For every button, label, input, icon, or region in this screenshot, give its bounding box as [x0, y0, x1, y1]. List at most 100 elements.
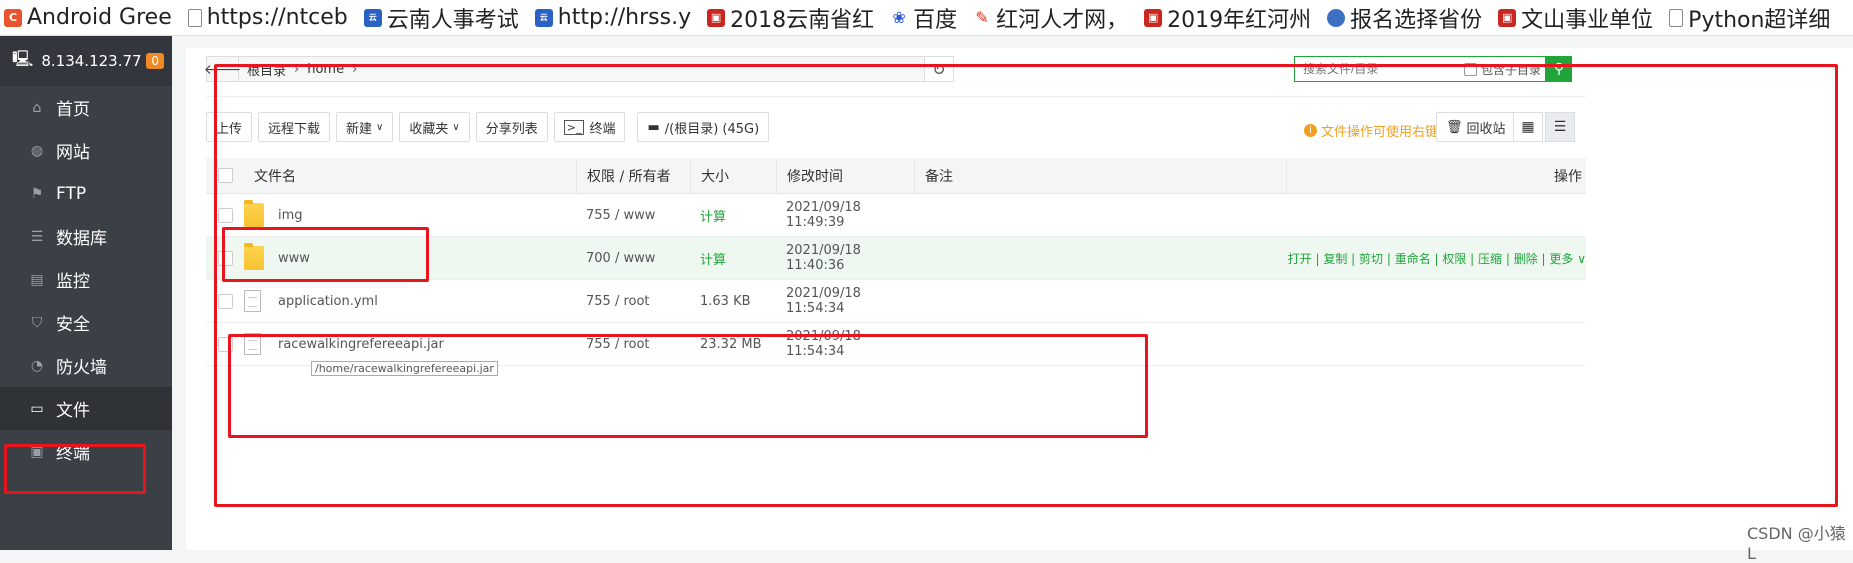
bookmark-item[interactable]: 云 http://hrss.y — [534, 5, 691, 30]
baidu-paw-icon: ❀ — [890, 8, 909, 27]
favorites-dropdown[interactable]: 收藏夹 ∨ — [399, 112, 470, 142]
row-checkbox[interactable] — [217, 207, 233, 223]
search-input[interactable] — [1303, 62, 1458, 76]
grid-icon: ▦ — [1521, 119, 1535, 135]
list-view-button[interactable]: ☰ — [1545, 112, 1575, 142]
include-subdir-checkbox[interactable] — [1464, 62, 1477, 76]
search-icon: ⚲ — [1553, 61, 1565, 77]
database-icon: ☰ — [30, 228, 44, 245]
server-ip: 8.134.123.77 — [41, 52, 142, 70]
folder-icon — [244, 243, 264, 270]
file-note — [914, 237, 1286, 279]
select-all-checkbox[interactable] — [217, 168, 233, 183]
refresh-button[interactable]: ↻ — [924, 56, 954, 82]
sidebar-item-website[interactable]: ◍ 网站 — [0, 129, 172, 172]
search-button[interactable]: ⚲ — [1546, 56, 1572, 82]
notification-badge[interactable]: 0 — [146, 53, 164, 69]
header-time[interactable]: 修改时间 — [776, 158, 914, 193]
bookmark-item[interactable]: 报名选择省份 — [1327, 2, 1482, 34]
bookmark-item[interactable]: ✎ 红河人才网， — [973, 2, 1128, 34]
bookmark-item[interactable]: ▣ 文山事业单位 — [1498, 2, 1653, 34]
sidebar-item-files[interactable]: ▭ 文件 — [0, 387, 172, 430]
red-icon: ▣ — [707, 8, 726, 27]
shield-icon: ⛉ — [31, 314, 43, 331]
file-perm[interactable]: 755 / www — [576, 208, 690, 223]
breadcrumb-home[interactable]: home — [299, 62, 352, 77]
terminal-icon: >_ — [563, 119, 585, 135]
file-perm[interactable]: 700 / www — [576, 251, 690, 266]
red-icon: ▣ — [1144, 8, 1163, 27]
grid-view-button[interactable]: ▦ — [1513, 112, 1543, 142]
file-time: 2021/09/18 11:40:36 — [786, 243, 861, 273]
sidebar-item-home[interactable]: ⌂ 首页 — [0, 86, 172, 129]
table-row[interactable]: racewalkingrefereeapi.jar 755 / root 23.… — [206, 323, 1586, 366]
table-row[interactable]: www 700 / www 计算 2021/09/18 11:40:36 打开 … — [206, 237, 1586, 280]
file-size[interactable]: 计算 — [690, 249, 776, 268]
bookmark-item[interactable]: ▣ 2018云南省红 — [707, 2, 874, 34]
disk-button[interactable]: ▬/(根目录) (45G) — [637, 112, 770, 142]
bookmark-item[interactable]: ❀ 百度 — [890, 2, 957, 34]
chevron-right-icon: › — [352, 61, 358, 77]
path-tooltip: /home/racewalkingrefereeapi.jar — [311, 361, 498, 376]
server-header[interactable]: 🖳 8.134.123.77 0 — [0, 36, 172, 86]
header-name[interactable]: 文件名 — [244, 166, 576, 186]
remote-download-button[interactable]: 远程下载 — [258, 112, 331, 142]
folder-icon — [244, 200, 264, 227]
file-icon — [244, 333, 261, 355]
sidebar-item-security[interactable]: ⛉ 安全 — [0, 301, 172, 344]
header-ops: 操作 — [1286, 158, 1586, 193]
share-list-button[interactable]: 分享列表 — [475, 112, 548, 142]
bookmark-item[interactable]: 云云南人事考试 — [363, 2, 519, 34]
file-manager-panel: 🡐 根目录 › home › ↻ 包含子目录 ⚲ 上传 远程下载 新建∨ 收藏夹… — [186, 48, 1853, 550]
row-ops-links[interactable]: 打开 | 复制 | 剪切 | 重命名 | 权限 | 压缩 | 删除 | 更多 — [1288, 252, 1574, 266]
breadcrumb-root[interactable]: 根目录 — [239, 60, 294, 79]
bookmark-item[interactable]: https://ntceb — [187, 5, 348, 30]
terminal-button[interactable]: >_ 终端 — [553, 112, 626, 142]
header-perm[interactable]: 权限 / 所有者 — [576, 158, 690, 193]
divider — [206, 96, 1586, 97]
file-perm[interactable]: 755 / root — [576, 337, 690, 352]
page-icon — [1669, 8, 1684, 27]
recycle-bin-button[interactable]: 🗑 回收站 — [1436, 112, 1516, 142]
table-row[interactable]: img 755 / www 计算 2021/09/18 11:49:39 — [206, 194, 1586, 237]
table-row[interactable]: application.yml 755 / root 1.63 KB 2021/… — [206, 280, 1586, 323]
sidebar-item-terminal[interactable]: ▣ 终端 — [0, 430, 172, 473]
file-name[interactable]: application.yml — [278, 294, 576, 309]
file-size: 1.63 KB — [700, 293, 751, 309]
file-size[interactable]: 计算 — [690, 206, 776, 225]
sidebar-item-firewall[interactable]: ◔ 防火墙 — [0, 344, 172, 387]
ftp-icon: ⚑ — [30, 185, 44, 202]
file-name[interactable]: www — [278, 251, 576, 266]
globe-icon: ◍ — [30, 142, 44, 159]
firewall-icon: ◔ — [30, 357, 44, 374]
refresh-icon: ↻ — [932, 59, 946, 79]
file-perm[interactable]: 755 / root — [576, 294, 690, 309]
c-logo-icon: C — [4, 8, 22, 27]
new-dropdown[interactable]: 新建 ∨ — [336, 112, 394, 142]
disk-icon: ▬ — [647, 119, 660, 135]
row-checkbox[interactable] — [217, 336, 233, 352]
bookmark-item[interactable]: ▣ 2019年红河州 — [1144, 2, 1311, 34]
computer-icon: 🖳 — [12, 48, 34, 68]
sidebar-item-monitor[interactable]: ▤ 监控 — [0, 258, 172, 301]
bookmark-item[interactable]: Python超详细 — [1669, 2, 1830, 34]
upload-button[interactable]: 上传 — [206, 112, 253, 142]
include-subdir-toggle[interactable]: 包含子目录 — [1464, 61, 1541, 78]
row-checkbox[interactable] — [217, 293, 233, 309]
arrow-left-icon: 🡐 — [203, 61, 242, 78]
header-size[interactable]: 大小 — [690, 158, 776, 193]
sidebar-item-ftp[interactable]: ⚑ FTP — [0, 172, 172, 215]
terminal-icon: ▣ — [30, 443, 44, 460]
home-icon: ⌂ — [32, 99, 42, 116]
path-bar[interactable]: 🡐 根目录 › home › — [203, 56, 954, 82]
sidebar-item-database[interactable]: ☰ 数据库 — [0, 215, 172, 258]
back-button[interactable]: 🡐 — [203, 57, 242, 81]
file-table: 文件名 权限 / 所有者 大小 修改时间 备注 操作 img 755 / www… — [206, 158, 1586, 366]
row-checkbox[interactable] — [217, 250, 233, 266]
file-name[interactable]: racewalkingrefereeapi.jar — [278, 337, 576, 352]
bookmark-item[interactable]: C Android Gree — [4, 5, 172, 30]
file-name[interactable]: img — [278, 208, 576, 223]
row-ops[interactable]: 打开 | 复制 | 剪切 | 重命名 | 权限 | 压缩 | 删除 | 更多 ∨ — [1286, 250, 1586, 267]
file-note — [914, 194, 1286, 236]
file-note — [914, 323, 1286, 365]
